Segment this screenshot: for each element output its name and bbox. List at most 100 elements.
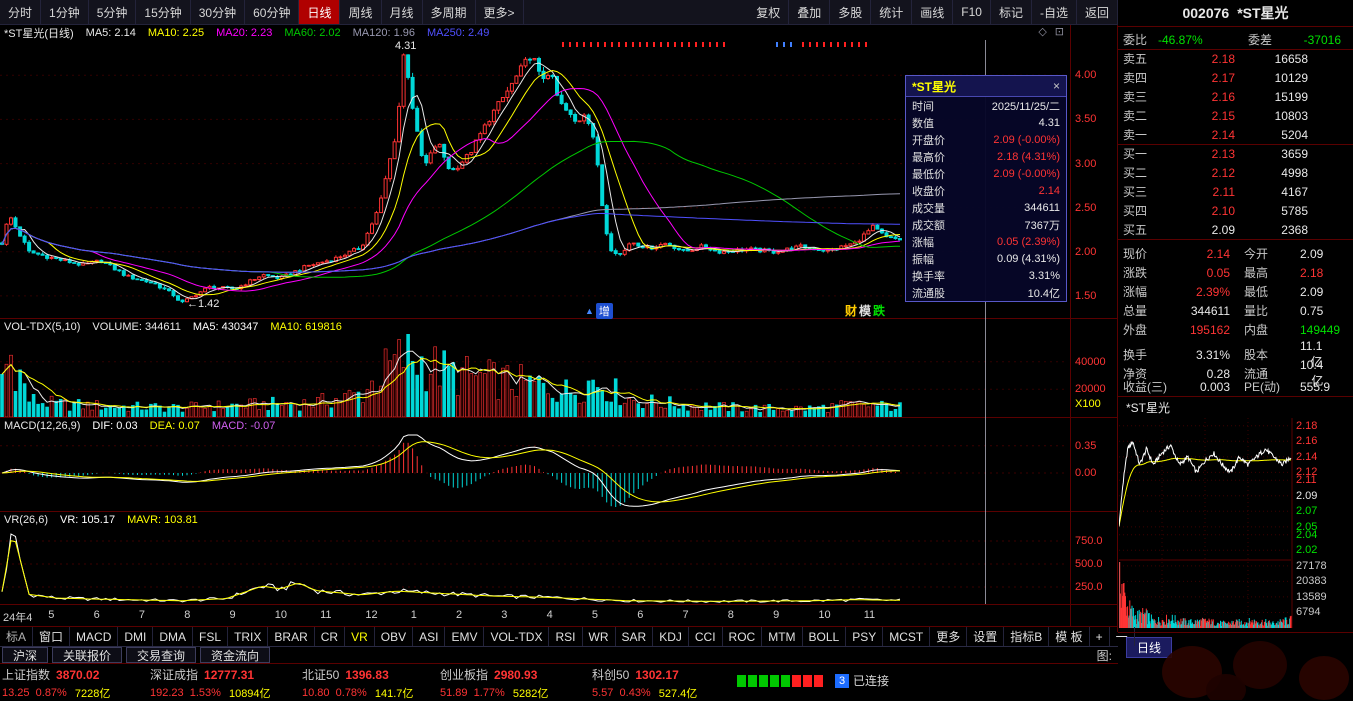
tooltip-label: 数值 bbox=[912, 115, 934, 131]
window-icon[interactable]: ⊡ bbox=[1055, 25, 1064, 38]
bid-level-4[interactable]: 买四2.105785 bbox=[1118, 201, 1353, 220]
period-tab[interactable]: 月线 bbox=[382, 0, 423, 24]
indicator-tab-wr[interactable]: WR bbox=[583, 627, 616, 646]
ask-level-4[interactable]: 卖四2.1710129 bbox=[1118, 68, 1353, 87]
bid-level-5[interactable]: 买五2.092368 bbox=[1118, 220, 1353, 239]
indicator-tab[interactable]: 窗口 bbox=[33, 627, 70, 646]
period-tab[interactable]: 周线 bbox=[340, 0, 381, 24]
period-tab[interactable]: 分时 bbox=[0, 0, 41, 24]
bottom-tab[interactable]: 交易查询 bbox=[126, 647, 196, 663]
indicator-tab-brar[interactable]: BRAR bbox=[268, 627, 314, 646]
tooltip-value: 2.09 (-0.00%) bbox=[993, 134, 1060, 146]
diamond-icon[interactable]: ◇ bbox=[1038, 25, 1046, 38]
toolbar-button[interactable]: 标记 bbox=[991, 0, 1032, 24]
index-block-2[interactable]: 北证501396.8310.80 0.78%141.7亿 bbox=[302, 666, 413, 701]
index-block-3[interactable]: 创业板指2980.9351.89 1.77%5282亿 bbox=[440, 666, 548, 701]
intraday-mini-chart[interactable] bbox=[1119, 418, 1293, 630]
index-line1: 科创501302.17 bbox=[592, 666, 697, 683]
x-axis-label: 7 bbox=[139, 609, 145, 621]
period-tab-60[interactable]: 60分钟 bbox=[245, 0, 299, 24]
indicator-tab-kdj[interactable]: KDJ bbox=[653, 627, 689, 646]
tooltip-label: 换手率 bbox=[912, 268, 945, 284]
indicator-tab[interactable]: 设置 bbox=[967, 627, 1004, 646]
bid-levels: 买一2.133659买二2.124998买三2.114167买四2.105785… bbox=[1118, 144, 1353, 239]
index-block-1[interactable]: 深证成指12777.31192.23 1.53%10894亿 bbox=[150, 666, 271, 701]
index-block-0[interactable]: 上证指数3870.0213.25 0.87%7228亿 bbox=[2, 666, 110, 701]
indicator-tab-obv[interactable]: OBV bbox=[375, 627, 413, 646]
stat-label: PE(动) bbox=[1230, 378, 1300, 395]
volume-chart[interactable] bbox=[0, 334, 1070, 417]
level-label: 卖二 bbox=[1118, 107, 1162, 124]
period-tab-15[interactable]: 15分钟 bbox=[136, 0, 190, 24]
indicator-tab-fsl[interactable]: FSL bbox=[193, 627, 228, 646]
bid-level-2[interactable]: 买二2.124998 bbox=[1118, 163, 1353, 182]
indicator-tab-sar[interactable]: SAR bbox=[616, 627, 654, 646]
svg-text:←1.42: ←1.42 bbox=[187, 298, 219, 310]
toolbar-button[interactable]: 画线 bbox=[912, 0, 953, 24]
indicator-tab-cr[interactable]: CR bbox=[315, 627, 345, 646]
period-tab-30[interactable]: 30分钟 bbox=[191, 0, 245, 24]
indicator-tab-trix[interactable]: TRIX bbox=[228, 627, 268, 646]
indicator-tab-mcst[interactable]: MCST bbox=[883, 627, 930, 646]
indicator-action[interactable]: + bbox=[1090, 627, 1110, 646]
ask-level-3[interactable]: 卖三2.1615199 bbox=[1118, 87, 1353, 106]
stat-value: 2.39% bbox=[1174, 285, 1230, 299]
stat-label: 量比 bbox=[1230, 302, 1300, 319]
bid-level-3[interactable]: 买三2.114167 bbox=[1118, 182, 1353, 201]
bid-level-1[interactable]: 买一2.133659 bbox=[1118, 144, 1353, 163]
index-name: 科创50 bbox=[592, 666, 629, 683]
toolbar-button-f10[interactable]: F10 bbox=[953, 0, 991, 24]
indicator-tab-dmi[interactable]: DMI bbox=[118, 627, 153, 646]
close-icon[interactable]: × bbox=[1053, 79, 1060, 93]
level-price: 2.15 bbox=[1162, 109, 1235, 123]
indicator-tab-vr[interactable]: VR bbox=[345, 627, 375, 646]
index-line1: 上证指数3870.02 bbox=[2, 666, 110, 683]
indicator-action-b[interactable]: 指标B bbox=[1004, 627, 1049, 646]
indicator-tab-emv[interactable]: EMV bbox=[445, 627, 484, 646]
bottom-tab[interactable]: 关联报价 bbox=[52, 647, 122, 663]
indicator-action[interactable]: 模 板 bbox=[1049, 627, 1089, 646]
vr-chart[interactable] bbox=[0, 529, 1070, 604]
ask-level-5[interactable]: 卖五2.1816658 bbox=[1118, 49, 1353, 68]
ask-level-2[interactable]: 卖二2.1510803 bbox=[1118, 106, 1353, 125]
macd-chart[interactable] bbox=[0, 433, 1070, 511]
indicator-tab[interactable]: 更多 bbox=[930, 627, 967, 646]
period-tab-5[interactable]: 5分钟 bbox=[89, 0, 137, 24]
toolbar-button[interactable]: 复权 bbox=[748, 0, 789, 24]
indicator-tab-rsi[interactable]: RSI bbox=[549, 627, 582, 646]
indicator-tab-psy[interactable]: PSY bbox=[846, 627, 883, 646]
axis-tick: 500.0 bbox=[1075, 558, 1103, 570]
bottom-tab[interactable]: 资金流向 bbox=[200, 647, 270, 663]
indicator-tab-asi[interactable]: ASI bbox=[413, 627, 445, 646]
toolbar-button[interactable]: 叠加 bbox=[789, 0, 830, 24]
indicator-tab-dma[interactable]: DMA bbox=[153, 627, 193, 646]
indicator-tab-voltdx[interactable]: VOL-TDX bbox=[484, 627, 549, 646]
toolbar-button[interactable]: 多股 bbox=[830, 0, 871, 24]
level-price: 2.09 bbox=[1162, 223, 1235, 237]
stat-value: 555.9 bbox=[1300, 380, 1353, 394]
ask-level-1[interactable]: 卖一2.145204 bbox=[1118, 125, 1353, 144]
toolbar-button[interactable]: -自选 bbox=[1032, 0, 1077, 24]
axis-tick: 0.35 bbox=[1075, 440, 1096, 452]
watermark bbox=[1140, 632, 1353, 700]
toolbar-button[interactable]: 统计 bbox=[871, 0, 912, 24]
indicator-actions: 指标B模 板+一 bbox=[1004, 627, 1134, 646]
level-price: 2.17 bbox=[1162, 71, 1235, 85]
indicator-tab-partial[interactable]: 标A bbox=[0, 627, 33, 646]
connection-count-badge[interactable]: 3 bbox=[835, 674, 849, 688]
indicator-tab-macd[interactable]: MACD bbox=[70, 627, 118, 646]
tooltip-row-10: 换手率3.31% bbox=[906, 267, 1066, 284]
bottom-tab[interactable]: 沪深 bbox=[2, 647, 48, 663]
indicator-tab-roc[interactable]: ROC bbox=[723, 627, 763, 646]
period-tab[interactable]: 日线 bbox=[299, 0, 340, 24]
period-tab-1[interactable]: 1分钟 bbox=[41, 0, 89, 24]
index-amount: 10894亿 bbox=[229, 685, 271, 701]
indicator-tab-mtm[interactable]: MTM bbox=[762, 627, 802, 646]
toolbar-button[interactable]: 返回 bbox=[1077, 0, 1118, 24]
indicator-tab-boll[interactable]: BOLL bbox=[803, 627, 847, 646]
indicator-tab-cci[interactable]: CCI bbox=[689, 627, 723, 646]
indicator-action[interactable]: 一 bbox=[1110, 627, 1135, 646]
period-tab[interactable]: 多周期 bbox=[423, 0, 476, 24]
period-tab[interactable]: 更多> bbox=[476, 0, 524, 24]
index-block-4[interactable]: 科创501302.175.57 0.43%527.4亿 bbox=[592, 666, 697, 701]
